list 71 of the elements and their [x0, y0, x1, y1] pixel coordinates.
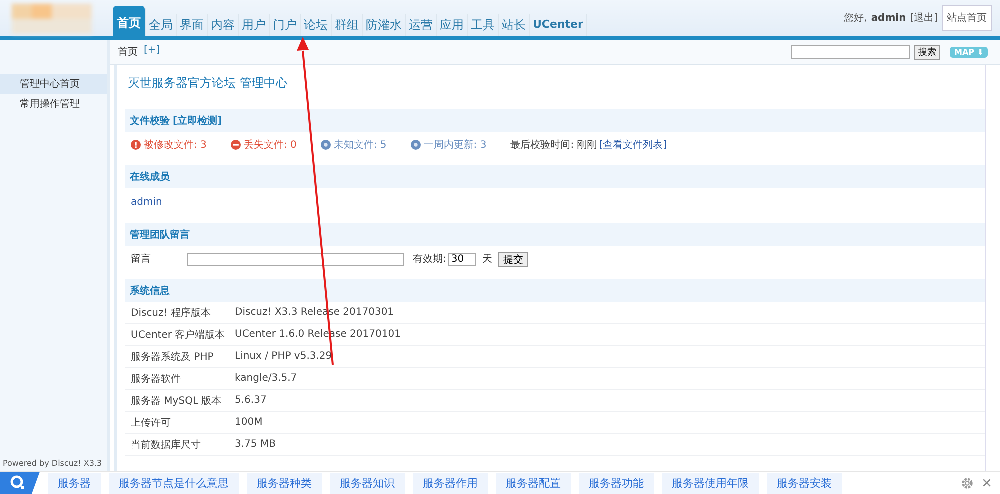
nav-tab[interactable]: 内容: [208, 14, 239, 36]
submit-button[interactable]: 提交: [498, 252, 528, 266]
logout-link[interactable]: [退出]: [910, 11, 938, 25]
search-tag[interactable]: 服务器知识: [330, 472, 405, 494]
nav-tab[interactable]: 工具: [468, 14, 499, 36]
search-tag[interactable]: 服务器节点是什么意思: [109, 472, 239, 494]
info-value: 5.6.37: [235, 395, 267, 406]
nav-tab[interactable]: 界面: [177, 14, 208, 36]
powered-by-text: Powered by Discuz! X3.3: [2, 459, 104, 470]
info-value: Linux / PHP v5.3.29: [235, 351, 332, 362]
sidebar-item[interactable]: 常用操作管理: [0, 94, 107, 114]
message-field[interactable]: [187, 252, 404, 266]
section-title: 在线成员: [130, 170, 170, 184]
greeting-text: 您好,: [844, 12, 868, 25]
page-title: 灭世服务器官方论坛 管理中心: [127, 75, 289, 92]
info-value: 100M: [235, 417, 263, 428]
validity-label: 有效期:: [413, 252, 446, 266]
info-label: 服务器系统及 PHP: [131, 350, 215, 364]
nav-tab[interactable]: 站长: [499, 14, 530, 36]
nav-tab[interactable]: 用户: [239, 14, 270, 36]
file-stat: 未知文件: 5: [334, 138, 387, 152]
unit-label: 天: [482, 253, 492, 266]
check-now-link[interactable]: [立即检测]: [173, 114, 222, 128]
nav-tab[interactable]: 首页: [113, 6, 146, 36]
nav-tab[interactable]: 门户: [270, 14, 301, 36]
section-title: 文件校验: [130, 114, 170, 128]
file-stat: 被修改文件: 3: [144, 138, 207, 152]
info-label: Discuz! 程序版本: [131, 306, 212, 320]
close-icon: [982, 478, 992, 488]
search-tag[interactable]: 服务器功能: [579, 472, 654, 494]
section-title: 管理团队留言: [130, 228, 190, 242]
nav-tab[interactable]: 全局: [146, 14, 177, 36]
search-tag[interactable]: 服务器: [48, 472, 101, 494]
nav-tab[interactable]: 论坛: [301, 14, 332, 36]
last-check-text: 最后校验时间: 刚刚: [510, 138, 598, 152]
info-label: 服务器 MySQL 版本: [131, 394, 223, 408]
info-value: 3.75 MB: [235, 439, 276, 450]
section-title: 系统信息: [130, 284, 170, 298]
breadcrumb-link[interactable]: [+]: [144, 45, 160, 59]
info-label: 当前数据库尺寸: [131, 438, 202, 452]
file-list-link[interactable]: [查看文件列表]: [599, 138, 668, 152]
sidebar-item[interactable]: 管理中心首页: [0, 74, 107, 94]
info-value: kangle/3.5.7: [235, 373, 298, 384]
message-label: 留言: [131, 252, 152, 266]
search-button[interactable]: 搜索: [914, 44, 940, 60]
member-link[interactable]: admin: [131, 196, 162, 208]
nav-tab[interactable]: 运营: [406, 14, 437, 36]
nav-tab[interactable]: 群组: [332, 14, 363, 36]
info-label: 服务器软件: [131, 372, 182, 386]
search-tag[interactable]: 服务器安装: [767, 472, 842, 494]
nav-tab[interactable]: UCenter: [530, 14, 588, 36]
nav-tab[interactable]: 防灌水: [363, 14, 406, 36]
minus-icon: [230, 140, 241, 150]
file-stat: 一周内更新: 3: [424, 138, 487, 152]
search-tag[interactable]: 服务器配置: [496, 472, 571, 494]
search-field[interactable]: [791, 45, 910, 59]
search-tag[interactable]: 服务器作用: [413, 472, 488, 494]
validity-field[interactable]: 30: [448, 252, 476, 266]
site-home-button[interactable]: 站点首页: [942, 5, 992, 31]
search-tag[interactable]: 服务器种类: [247, 472, 322, 494]
info-label: UCenter 客户端版本: [131, 328, 226, 342]
help-icon: [410, 140, 421, 150]
user-name: admin: [871, 12, 906, 24]
info-label: 上传许可: [131, 416, 172, 430]
help-icon: [320, 140, 331, 150]
search-tag[interactable]: 服务器使用年限: [662, 472, 759, 494]
nav-tab[interactable]: 应用: [437, 14, 468, 36]
alert-icon: [131, 140, 141, 150]
file-stat: 丢失文件: 0: [244, 138, 297, 152]
breadcrumb-link[interactable]: 首页: [118, 45, 138, 59]
settings-icon: [961, 476, 974, 490]
